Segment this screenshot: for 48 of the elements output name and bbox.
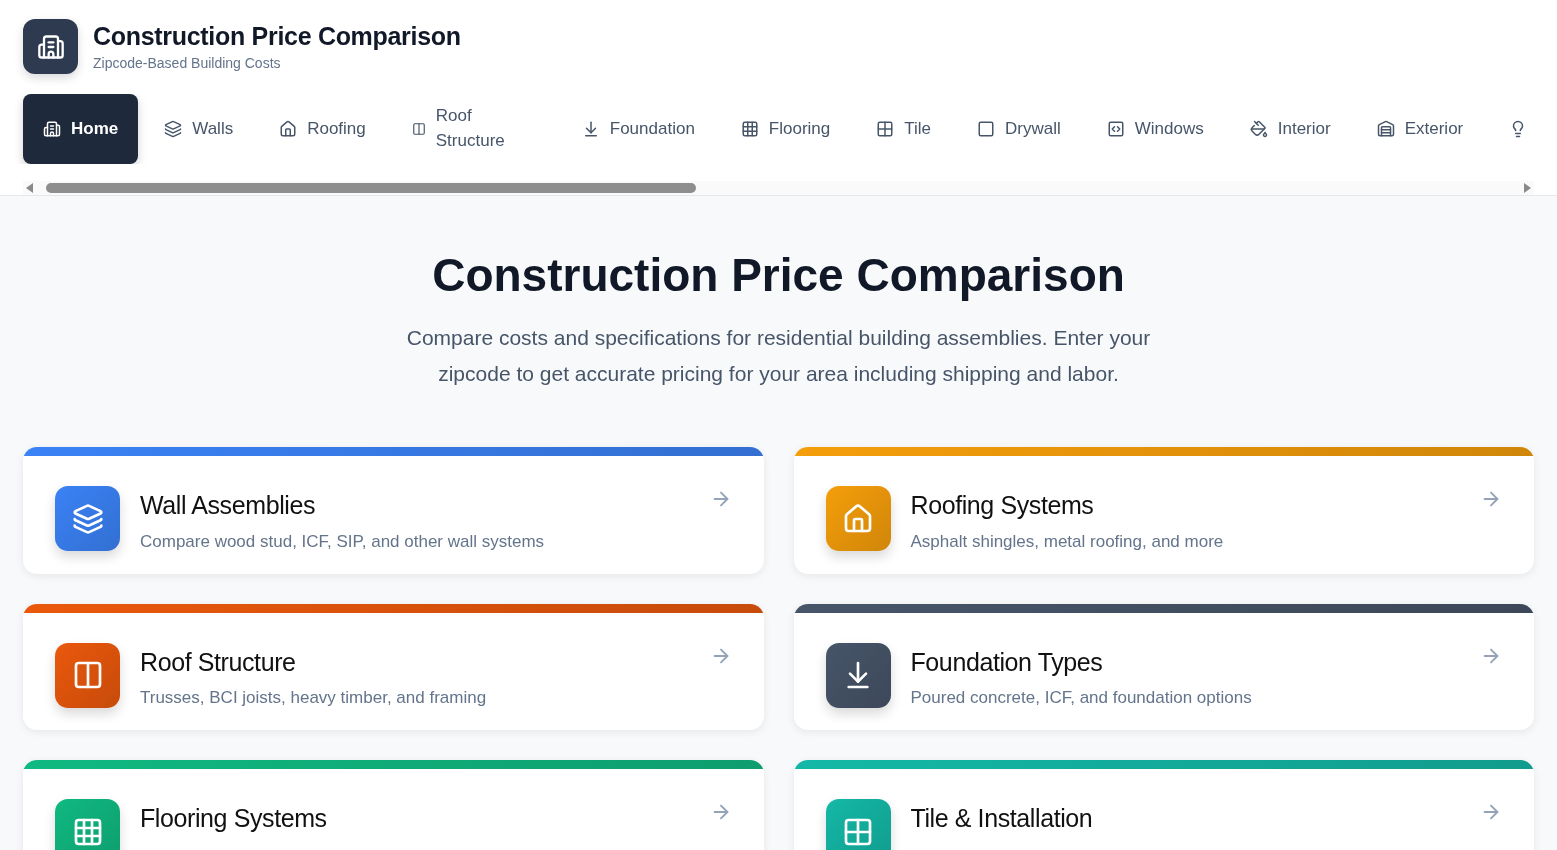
- grid-icon: [740, 120, 759, 138]
- code-icon: [1106, 120, 1125, 138]
- nav-tab[interactable]: Flooring: [720, 94, 851, 164]
- nav-tab[interactable]: Windows: [1086, 94, 1224, 164]
- app-logo: [23, 19, 78, 74]
- category-card[interactable]: Tile & Installation: [793, 760, 1534, 850]
- card-title: Tile & Installation: [910, 805, 1094, 833]
- house-icon: [279, 120, 298, 138]
- card-title: Roofing Systems: [910, 492, 1095, 520]
- nav-tab[interactable]: Roofing: [259, 94, 386, 164]
- nav-tab[interactable]: Home: [23, 94, 139, 164]
- download-icon: [825, 642, 891, 708]
- nav-tab[interactable]: Foundation: [561, 94, 715, 164]
- category-card[interactable]: Roof Structure Trusses, BCI joists, heavy timber, and framing: [23, 603, 764, 731]
- card-title: Wall Assemblies: [140, 492, 317, 520]
- square-icon: [977, 120, 996, 138]
- hero-description: Compare costs and specifications for residential building assemblies. Enter your zipcode to get accurate pricing for your area including shipping and labor.: [405, 325, 1152, 387]
- layers-icon: [164, 120, 183, 138]
- columns-icon: [55, 642, 120, 708]
- nav-tab[interactable]: Interior: [1229, 94, 1351, 164]
- warehouse-icon: [1376, 120, 1395, 138]
- card-title: Foundation Types: [910, 648, 1104, 677]
- app-title: Construction Price Comparison: [93, 22, 461, 51]
- nav-tab[interactable]: Drywall: [957, 94, 1081, 164]
- building-icon: [43, 120, 61, 138]
- card-description: Asphalt shingles, metal roofing, and more: [910, 531, 1225, 552]
- app-subtitle: Zipcode-Based Building Costs: [93, 55, 282, 71]
- grid-icon: [55, 799, 120, 850]
- house-icon: [825, 486, 891, 552]
- nav-tab[interactable]: Exterior: [1356, 94, 1484, 164]
- columns-icon: [411, 122, 426, 136]
- category-card[interactable]: Flooring Systems: [23, 760, 764, 850]
- category-card[interactable]: Foundation Types Poured concrete, ICF, and foundation options: [793, 603, 1534, 731]
- hero-title: Construction Price Comparison: [431, 248, 1126, 302]
- category-card[interactable]: Roofing Systems Asphalt shingles, metal roofing, and more: [793, 447, 1534, 574]
- paint-bucket-icon: [1249, 120, 1268, 138]
- card-description: Poured concrete, ICF, and foundation options: [910, 688, 1253, 709]
- card-title: Flooring Systems: [140, 805, 328, 833]
- nav-tab[interactable]: Walls: [144, 94, 254, 164]
- layers-icon: [55, 486, 120, 552]
- card-description: Compare wood stud, ICF, SIP, and other wall systems: [140, 531, 546, 552]
- nav-tab[interactable]: Roof Structure: [391, 94, 556, 164]
- grid-icon: [876, 120, 895, 138]
- nav-tab[interactable]: Tile: [856, 94, 952, 164]
- card-description: Trusses, BCI joists, heavy timber, and framing: [140, 688, 488, 709]
- card-title: Roof Structure: [140, 648, 297, 677]
- grid-icon: [825, 799, 891, 850]
- category-card[interactable]: Wall Assemblies Compare wood stud, ICF, SIP, and other wall systems: [23, 447, 764, 574]
